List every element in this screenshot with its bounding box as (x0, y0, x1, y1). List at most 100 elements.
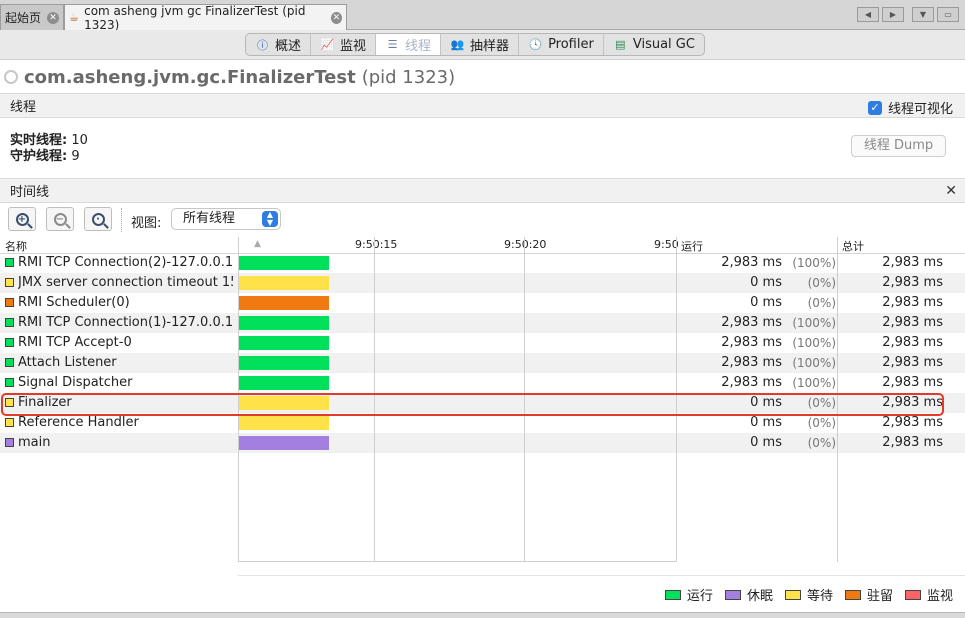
view-switcher: ⓘ 概述 📈 监视 ☰ 线程 👥 抽样器 🕓 Profiler ▤ Visual… (245, 33, 705, 56)
tab-visual-gc[interactable]: ▤ Visual GC (604, 34, 704, 55)
zoom-in-button[interactable]: + (8, 207, 36, 231)
running-percent: (100%) (792, 256, 836, 270)
table-row[interactable]: RMI TCP Connection(2)-127.0.0.1 2,983 ms (… (0, 253, 965, 273)
thread-timeline-bar (239, 256, 329, 270)
thread-stats: 实时线程: 10 守护线程: 9 (10, 133, 88, 165)
running-percent: (100%) (792, 316, 836, 330)
running-time: 2,983 ms (721, 355, 782, 370)
threads-icon: ☰ (387, 38, 398, 51)
threads-section-header: 线程 ✓ 线程可视化 (0, 93, 965, 118)
view-select[interactable]: 所有线程 ▲ ▼ (171, 208, 281, 230)
thread-state-swatch (5, 318, 14, 327)
running-percent: (100%) (792, 356, 836, 370)
thread-timeline-bar (239, 356, 329, 370)
thread-name: RMI TCP Accept-0 (18, 335, 132, 350)
close-icon[interactable]: ✕ (945, 183, 957, 199)
tab-threads[interactable]: ☰ 线程 (376, 34, 442, 55)
tab-label: com asheng jvm gc FinalizerTest (pid 132… (84, 3, 306, 32)
tab-start-page[interactable]: 起始页 ✕ (0, 4, 64, 30)
chevron-updown-icon: ▲ ▼ (262, 211, 278, 227)
total-time: 2,983 ms (882, 275, 943, 290)
table-row[interactable]: Attach Listener 2,983 ms (100%) 2,983 ms (0, 353, 965, 373)
running-time: 2,983 ms (721, 335, 782, 350)
close-icon[interactable]: ✕ (47, 11, 59, 24)
thread-name: Signal Dispatcher (18, 375, 133, 390)
thread-timeline-bar (239, 316, 329, 330)
table-header: 名称 ▲ 9:50:15 9:50:20 9:50 运行 总计 (0, 237, 965, 254)
tab-monitor[interactable]: 📈 监视 (311, 34, 377, 55)
legend-label: 运行 (686, 589, 713, 604)
thread-state-swatch (5, 358, 14, 367)
process-pid: (pid 1323) (361, 66, 456, 88)
sampler-icon: 👥 (450, 38, 465, 51)
tab-label: 概述 (275, 39, 302, 54)
running-time: 2,983 ms (721, 315, 782, 330)
restore-window-button[interactable]: ▭ (937, 7, 959, 22)
clock-icon: 🕓 (528, 38, 543, 51)
thread-state-swatch (5, 418, 14, 427)
total-time: 2,983 ms (882, 315, 943, 330)
column-header-running[interactable]: 运行 (681, 238, 703, 254)
total-time: 2,983 ms (882, 375, 943, 390)
total-time: 2,983 ms (882, 335, 943, 350)
legend-label: 休眠 (746, 589, 773, 604)
column-header-name[interactable]: 名称 (5, 238, 27, 254)
running-time: 0 ms (750, 415, 782, 430)
legend-item: 驻留 (844, 585, 893, 604)
column-header-time: 9:50 (654, 238, 679, 251)
column-header-total[interactable]: 总计 (842, 238, 864, 254)
zoom-out-button[interactable]: − (46, 207, 74, 231)
tab-finalizer-test[interactable]: ☕ com asheng jvm gc FinalizerTest (pid 1… (64, 3, 347, 32)
java-app-icon: ☕ (69, 10, 79, 24)
thread-name: main (18, 435, 51, 450)
running-percent: (100%) (792, 376, 836, 390)
table-row[interactable]: main 0 ms (0%) 2,983 ms (0, 433, 965, 453)
tab-sampler[interactable]: 👥 抽样器 (441, 34, 520, 55)
legend-item: 休眠 (724, 585, 773, 604)
table-row[interactable]: JMX server connection timeout 15 0 ms (0%)… (0, 273, 965, 293)
tab-label: Profiler (548, 37, 594, 52)
legend-swatch (724, 589, 741, 600)
section-title: 线程 (10, 100, 37, 115)
scroll-left-button[interactable]: ◀ (857, 7, 879, 22)
tab-profiler[interactable]: 🕓 Profiler (519, 34, 604, 55)
running-percent: (0%) (807, 276, 836, 290)
legend-item: 监视 (904, 585, 953, 604)
process-status-icon (4, 70, 18, 84)
visualize-threads-toggle[interactable]: ✓ 线程可视化 (867, 98, 953, 117)
stat-label: 实时线程: (10, 133, 68, 148)
zoom-fit-button[interactable]: · (84, 207, 112, 231)
thread-name: RMI TCP Connection(2)-127.0.0.1 (18, 255, 233, 270)
running-time: 0 ms (750, 275, 782, 290)
table-row[interactable]: RMI TCP Connection(1)-127.0.0.1 2,983 ms (… (0, 313, 965, 333)
close-icon[interactable]: ✕ (330, 11, 342, 24)
running-percent: (0%) (807, 436, 836, 450)
checkbox-checked-icon[interactable]: ✓ (867, 100, 882, 115)
legend-swatch (664, 589, 681, 600)
thread-state-swatch (5, 338, 14, 347)
legend-swatch (904, 589, 921, 600)
info-icon: ⓘ (257, 38, 268, 52)
scroll-right-button[interactable]: ▶ (882, 7, 904, 22)
thread-name: Attach Listener (18, 355, 117, 370)
visual-gc-icon: ▤ (615, 38, 626, 51)
thread-state-swatch (5, 298, 14, 307)
thread-timeline-bar (239, 336, 329, 350)
monitor-chart-icon: 📈 (320, 38, 335, 51)
scrollbar-track[interactable] (238, 575, 965, 576)
document-tab-strip: 起始页 ✕ ☕ com asheng jvm gc FinalizerTest … (0, 0, 965, 32)
tab-navigation: ◀ ▶ ▼ ▭ (857, 7, 959, 22)
tab-list-button[interactable]: ▼ (912, 7, 934, 22)
table-row[interactable]: RMI Scheduler(0) 0 ms (0%) 2,983 ms (0, 293, 965, 313)
tab-overview[interactable]: ⓘ 概述 (246, 34, 312, 55)
thread-timeline-bar (239, 296, 329, 310)
column-header-time: 9:50:20 (504, 238, 547, 251)
table-row[interactable]: Reference Handler 0 ms (0%) 2,983 ms (0, 413, 965, 433)
legend-label: 驻留 (866, 589, 893, 604)
table-row[interactable]: Signal Dispatcher 2,983 ms (100%) 2,983 ms (0, 373, 965, 393)
stat-value: 9 (71, 149, 80, 164)
table-row[interactable]: RMI TCP Accept-0 2,983 ms (100%) 2,983 ms (0, 333, 965, 353)
thread-state-swatch (5, 278, 14, 287)
thread-dump-button[interactable]: 线程 Dump (851, 135, 946, 157)
section-title: 时间线 (10, 185, 50, 200)
